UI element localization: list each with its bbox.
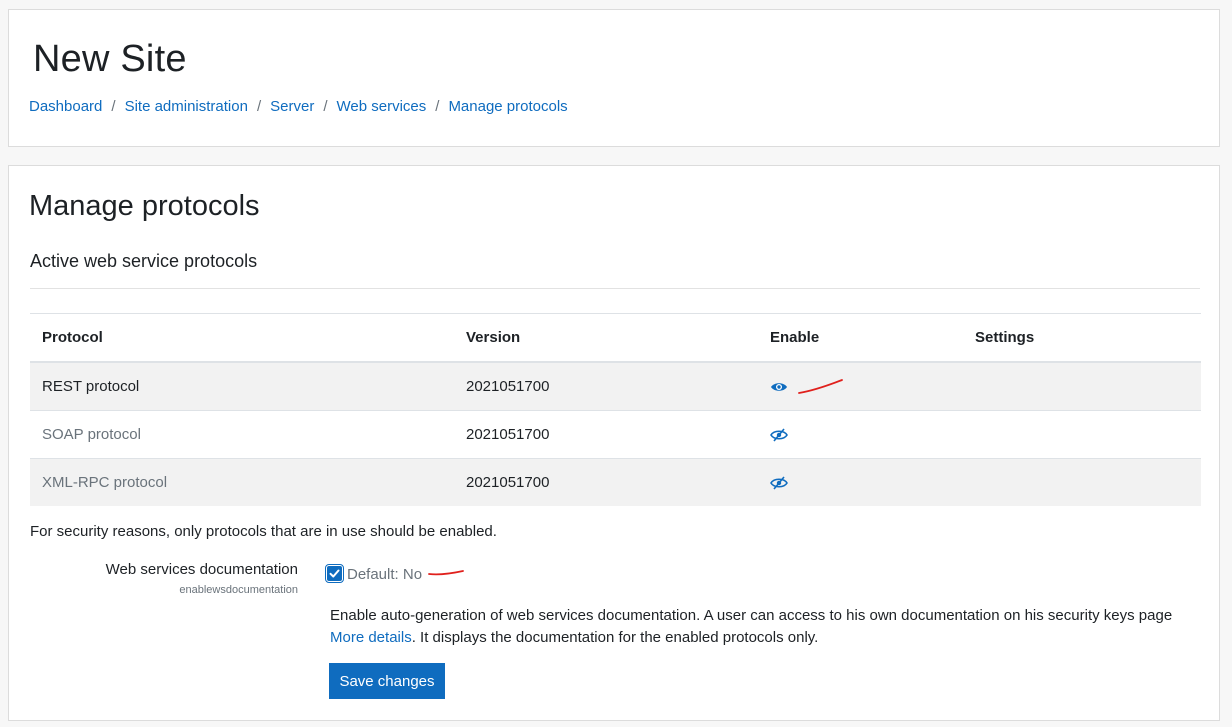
breadcrumb-site-administration[interactable]: Site administration — [125, 98, 248, 115]
setting-label: Web services documentation — [105, 561, 298, 578]
protocol-version: 2021051700 — [454, 458, 758, 506]
breadcrumb-web-services[interactable]: Web services — [337, 98, 427, 115]
more-details-link[interactable]: More details — [330, 629, 412, 646]
breadcrumb-dashboard[interactable]: Dashboard — [29, 98, 102, 115]
enable-cell — [758, 458, 963, 506]
section-heading: Active web service protocols — [30, 251, 258, 271]
setting-key: enablewsdocumentation — [179, 584, 298, 596]
protocol-name: XML-RPC protocol — [30, 458, 454, 506]
breadcrumb-separator: / — [256, 98, 262, 115]
table-row: SOAP protocol 2021051700 — [30, 410, 1201, 459]
protocol-version: 2021051700 — [454, 361, 758, 411]
enable-cell — [758, 361, 963, 411]
table-row: XML-RPC protocol 2021051700 — [30, 458, 1201, 506]
main-content: Manage protocols Active web service prot… — [8, 165, 1220, 721]
eye-icon[interactable] — [770, 380, 788, 394]
breadcrumb-separator: / — [435, 98, 440, 115]
breadcrumb: Dashboard / Site administration / Server… — [29, 98, 568, 115]
divider — [30, 288, 1200, 289]
setting-description: Enable auto-generation of web services d… — [330, 605, 1190, 649]
security-note: For security reasons, only protocols tha… — [30, 523, 497, 540]
table-row: REST protocol 2021051700 — [30, 361, 1201, 411]
header-enable: Enable — [758, 313, 963, 363]
breadcrumb-separator: / — [323, 98, 328, 115]
eye-slash-icon[interactable] — [770, 476, 788, 490]
enable-documentation-checkbox[interactable] — [325, 564, 344, 583]
save-changes-button[interactable]: Save changes — [329, 663, 445, 699]
default-value-text: Default: No — [347, 566, 423, 583]
site-title: New Site — [33, 38, 187, 80]
enable-cell — [758, 410, 963, 459]
annotation-mark — [798, 378, 844, 394]
breadcrumb-server[interactable]: Server — [270, 98, 314, 115]
protocol-version: 2021051700 — [454, 410, 758, 459]
settings-cell — [963, 410, 1201, 459]
settings-cell — [963, 458, 1201, 506]
protocol-name: SOAP protocol — [30, 410, 454, 459]
annotation-mark — [428, 570, 464, 576]
table-header-row: Protocol Version Enable Settings — [30, 313, 1201, 363]
page-header: New Site Dashboard / Site administration… — [8, 9, 1220, 147]
protocol-name: REST protocol — [30, 361, 454, 411]
breadcrumb-separator: / — [111, 98, 116, 115]
eye-slash-icon[interactable] — [770, 428, 788, 442]
header-settings: Settings — [963, 313, 1201, 363]
header-version: Version — [454, 313, 758, 363]
breadcrumb-manage-protocols[interactable]: Manage protocols — [448, 98, 567, 115]
description-text: Enable auto-generation of web services d… — [330, 607, 1173, 624]
settings-cell — [963, 361, 1201, 411]
protocols-table: Protocol Version Enable Settings REST pr… — [30, 313, 1201, 506]
header-protocol: Protocol — [30, 313, 454, 363]
page-title: Manage protocols — [29, 190, 260, 222]
description-text-end: . It displays the documentation for the … — [411, 629, 819, 646]
checkmark-icon — [329, 569, 340, 578]
